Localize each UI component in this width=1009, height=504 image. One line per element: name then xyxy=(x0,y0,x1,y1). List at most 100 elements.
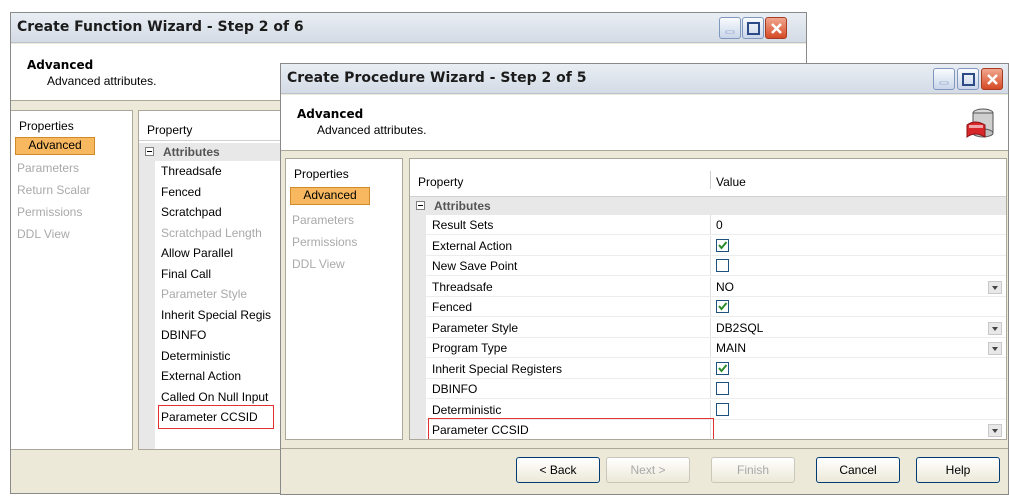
nav-item-permissions[interactable]: Permissions xyxy=(11,205,132,219)
property-row[interactable]: Deterministic xyxy=(426,399,1006,420)
property-name: Parameter Style xyxy=(161,287,248,301)
column-separator xyxy=(710,256,711,275)
properties-nav: Properties Advanced Parameters Permissio… xyxy=(285,158,403,440)
highlight-box xyxy=(158,405,274,429)
nav-heading: Properties xyxy=(294,167,349,181)
property-value[interactable]: DB2SQL xyxy=(716,321,763,335)
cancel-button-label: Cancel xyxy=(839,463,877,477)
next-button[interactable]: Next > xyxy=(606,457,690,483)
property-value[interactable]: MAIN xyxy=(716,341,746,355)
property-name: Deterministic xyxy=(161,348,231,363)
dropdown-arrow-icon[interactable] xyxy=(988,280,1002,294)
property-row[interactable]: Parameter Style DB2SQL xyxy=(426,317,1006,338)
procedure-wizard-titlebar[interactable]: Create Procedure Wizard - Step 2 of 5 xyxy=(281,64,1008,94)
close-icon xyxy=(771,23,782,34)
collapse-icon[interactable] xyxy=(416,201,425,210)
window-title: Create Procedure Wizard - Step 2 of 5 xyxy=(287,70,587,86)
maximize-icon xyxy=(747,22,760,35)
checked-checkbox[interactable] xyxy=(716,238,729,252)
unchecked-checkbox[interactable] xyxy=(716,382,729,395)
nav-item-advanced[interactable]: Advanced xyxy=(15,137,95,155)
property-row[interactable]: DBINFO xyxy=(426,379,1006,399)
help-button[interactable]: Help xyxy=(916,457,1000,483)
close-button[interactable] xyxy=(981,68,1003,90)
grid-gutter xyxy=(410,215,426,439)
column-separator[interactable] xyxy=(710,171,711,189)
property-name: External Action xyxy=(432,238,513,253)
procedure-wizard-window: Create Procedure Wizard - Step 2 of 5 Ad… xyxy=(280,63,1009,495)
nav-item-ddl-view[interactable]: DDL View xyxy=(11,227,132,241)
property-name: Program Type xyxy=(432,341,508,355)
column-separator xyxy=(710,215,711,234)
nav-item-parameters[interactable]: Parameters xyxy=(286,213,402,227)
property-name: Result Sets xyxy=(432,218,494,232)
property-name: Called On Null Input xyxy=(161,389,269,404)
footer-separator xyxy=(281,448,1008,449)
wizard-header: Advanced Advanced attributes. xyxy=(281,95,1008,151)
nav-item-return-scalar[interactable]: Return Scalar xyxy=(11,183,132,197)
database-procedure-icon xyxy=(966,108,994,138)
property-row[interactable]: Inherit Special Registers xyxy=(426,358,1006,379)
checked-checkbox[interactable] xyxy=(716,300,729,313)
property-name: External Action xyxy=(161,369,242,383)
check-icon xyxy=(718,363,728,373)
check-icon xyxy=(718,302,728,311)
column-separator xyxy=(710,276,711,296)
column-separator xyxy=(710,317,711,337)
property-row[interactable]: Result Sets 0 xyxy=(426,215,1006,235)
nav-item-permissions[interactable]: Permissions xyxy=(286,235,402,249)
unchecked-checkbox[interactable] xyxy=(716,259,729,272)
property-name: New Save Point xyxy=(432,259,518,273)
property-row[interactable]: Program Type MAIN xyxy=(426,338,1006,358)
column-separator xyxy=(710,235,711,255)
minimize-icon xyxy=(725,30,735,34)
column-separator xyxy=(710,399,711,419)
finish-button[interactable]: Finish xyxy=(711,457,795,483)
maximize-button[interactable] xyxy=(742,17,764,39)
column-header-property[interactable]: Property xyxy=(147,123,192,137)
nav-item-parameters[interactable]: Parameters xyxy=(11,161,132,175)
collapse-icon[interactable] xyxy=(145,147,154,156)
property-row[interactable]: Fenced xyxy=(426,297,1006,317)
column-header-value[interactable]: Value xyxy=(716,175,746,189)
column-separator xyxy=(710,358,711,378)
next-button-label: Next > xyxy=(630,463,666,477)
nav-item-ddl-view[interactable]: DDL View xyxy=(286,257,402,271)
procedure-property-grid: Property Value Attributes Result Sets 0 Ex… xyxy=(409,158,1007,440)
check-icon xyxy=(718,240,728,250)
category-row[interactable]: Attributes xyxy=(410,197,1006,215)
checked-checkbox[interactable] xyxy=(716,361,729,375)
property-row[interactable]: Threadsafe NO xyxy=(426,276,1006,297)
dropdown-arrow-icon[interactable] xyxy=(988,342,1002,355)
property-name: Fenced xyxy=(432,300,473,314)
dropdown-arrow-icon[interactable] xyxy=(988,321,1002,335)
dropdown-arrow-icon[interactable] xyxy=(988,424,1002,437)
property-name: Scratchpad xyxy=(161,205,222,219)
column-separator xyxy=(710,338,711,357)
property-name: Threadsafe xyxy=(432,279,493,294)
property-value[interactable]: 0 xyxy=(716,218,723,232)
property-row[interactable]: External Action xyxy=(426,235,1006,256)
grid-header: Property Value xyxy=(410,159,1006,197)
grid-gutter xyxy=(139,161,155,449)
property-name: Allow Parallel xyxy=(161,246,234,260)
header-subtitle: Advanced attributes. xyxy=(317,123,427,137)
property-name: DBINFO xyxy=(432,382,478,396)
function-wizard-titlebar[interactable]: Create Function Wizard - Step 2 of 6 xyxy=(11,13,806,43)
property-row[interactable]: New Save Point xyxy=(426,256,1006,276)
back-button[interactable]: < Back xyxy=(516,457,600,483)
help-button-label: Help xyxy=(945,463,971,477)
column-header-property[interactable]: Property xyxy=(418,175,463,189)
maximize-button[interactable] xyxy=(957,68,979,90)
close-button[interactable] xyxy=(765,17,787,39)
property-name: Final Call xyxy=(161,266,212,281)
minimize-button[interactable] xyxy=(719,17,741,39)
minimize-button[interactable] xyxy=(933,68,955,90)
cancel-button[interactable]: Cancel xyxy=(816,457,900,483)
category-label: Attributes xyxy=(434,199,491,213)
property-value[interactable]: NO xyxy=(716,280,734,294)
property-name: DBINFO xyxy=(161,328,207,342)
nav-item-advanced[interactable]: Advanced xyxy=(290,187,370,205)
unchecked-checkbox[interactable] xyxy=(716,402,729,416)
window-title: Create Function Wizard - Step 2 of 6 xyxy=(17,19,304,35)
